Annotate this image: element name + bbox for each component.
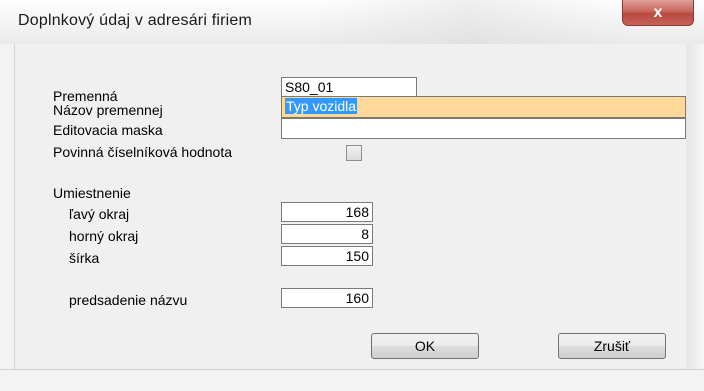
ok-button[interactable]: OK xyxy=(371,333,479,359)
horny-okraj-label: horný okraj xyxy=(69,228,139,244)
nazov-input[interactable]: Typ vozidla xyxy=(281,96,686,118)
maska-label: Editovacia maska xyxy=(53,122,163,138)
predsadenie-input[interactable]: 160 xyxy=(281,288,373,308)
dialog-content: Premenná S80_01 Názov premennej Typ vozi… xyxy=(14,44,686,369)
lavy-okraj-label: ľavý okraj xyxy=(69,206,130,222)
dialog-window: Doplnkový údaj v adresári firiem x Preme… xyxy=(0,0,704,391)
premenna-field: S80_01 xyxy=(281,77,417,97)
title-bar[interactable]: Doplnkový údaj v adresári firiem x xyxy=(0,0,704,44)
nazov-selected-text: Typ vozidla xyxy=(285,98,358,114)
title-bar-glass xyxy=(310,0,630,44)
window-frame-left xyxy=(0,44,14,369)
sirka-input[interactable]: 150 xyxy=(281,246,373,266)
close-button[interactable]: x xyxy=(622,0,694,26)
maska-input[interactable] xyxy=(281,118,686,139)
lavy-okraj-input[interactable]: 168 xyxy=(281,202,373,222)
povinna-checkbox[interactable] xyxy=(346,145,362,161)
nazov-label: Názov premennej xyxy=(53,102,163,118)
predsadenie-label: predsadenie názvu xyxy=(69,292,188,308)
horny-okraj-input[interactable]: 8 xyxy=(281,224,373,244)
cancel-button[interactable]: Zrušiť xyxy=(558,333,666,359)
povinna-label: Povinná číselníková hodnota xyxy=(53,144,233,160)
umiestnenie-heading: Umiestnenie xyxy=(53,185,131,201)
window-frame-right xyxy=(685,44,704,369)
close-icon: x xyxy=(653,3,663,21)
window-frame-bottom xyxy=(0,369,704,391)
sirka-label: šírka xyxy=(69,250,100,266)
window-title: Doplnkový údaj v adresári firiem xyxy=(18,12,253,29)
